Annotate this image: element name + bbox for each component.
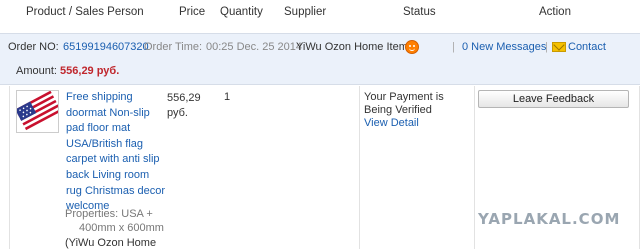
item-price: 556,29 руб. [167,92,201,119]
order-time: 00:25 Dec. 25 2014 [206,41,303,53]
properties-line: Properties: USA + [65,208,153,220]
order-info-band: Order NO: 65199194607320 Order Time: 00:… [0,33,640,85]
order-status: Your Payment is Being Verified [364,91,444,116]
envelope-icon[interactable] [552,42,566,52]
table-header: Product / Sales Person Price Quantity Su… [0,0,640,26]
separator: | [452,41,455,53]
item-supplier: (YiWu Ozon Home [65,237,157,249]
item-quantity: 1 [224,91,231,103]
order-info-row: Order NO: 65199194607320 Order Time: 00:… [8,40,640,55]
header-price: Price [179,6,206,18]
product-properties: Properties: USA + 400mm x 600mm [65,208,165,235]
new-messages-link[interactable]: 0 New Messages [462,41,546,53]
properties-line: 400mm x 600mm [79,221,164,234]
watermark: YAPLAKAL.COM [478,210,621,228]
supplier-name[interactable]: YiWu Ozon Home Items [296,41,413,53]
header-product: Product / Sales Person [26,6,144,18]
product-title-link[interactable]: Free shipping doormat Non-slip pad floor… [66,90,166,215]
contact-link[interactable]: Contact [568,41,606,53]
order-number-label: Order NO: [8,41,59,53]
order-number-link[interactable]: 65199194607320 [63,41,149,53]
amount-value: 556,29 руб. [60,65,120,77]
header-supplier: Supplier [284,6,327,18]
header-quantity: Quantity [220,6,263,18]
header-status: Status [403,6,436,18]
us-flag-doormat-image [17,91,58,132]
amount-label: Amount: [16,65,57,77]
product-thumbnail[interactable] [16,90,59,133]
column-divider [474,86,475,249]
leave-feedback-button[interactable]: Leave Feedback [478,90,629,108]
smiley-face-icon[interactable] [405,40,419,54]
column-divider [359,86,360,249]
column-divider [9,86,10,249]
order-amount-row: Amount: 556,29 руб. [16,65,119,77]
header-action: Action [539,6,571,18]
view-detail-link[interactable]: View Detail [364,117,419,129]
order-time-label: Order Time: [144,41,203,53]
separator: | [545,41,548,53]
